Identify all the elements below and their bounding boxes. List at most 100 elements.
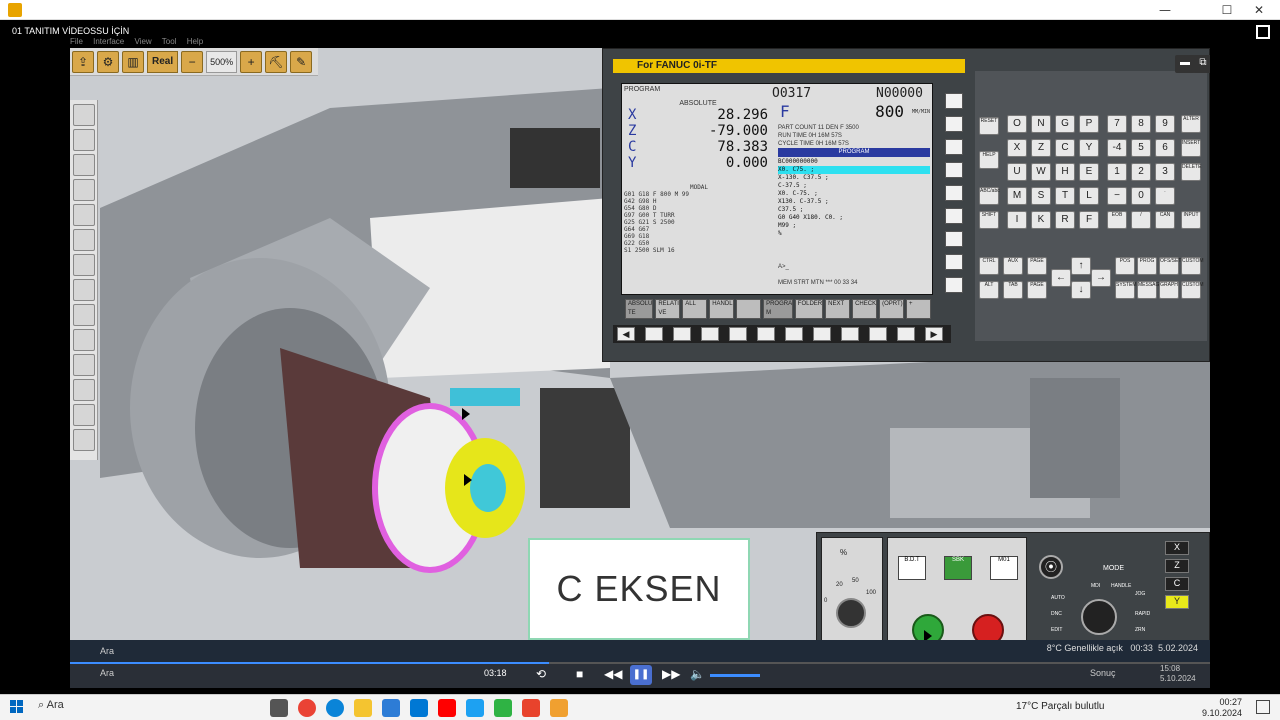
close-button[interactable]: ✕ xyxy=(1244,2,1274,18)
m01-button[interactable]: M01 xyxy=(990,556,1018,580)
softkey-folder[interactable]: FOLDER xyxy=(794,299,824,319)
notification-icon[interactable] xyxy=(1256,700,1270,714)
rewind-icon[interactable]: ◀◀ xyxy=(604,667,622,681)
key-c[interactable]: C xyxy=(1055,139,1075,157)
nav-right-button[interactable]: ▶ xyxy=(925,327,943,341)
cursor-right-icon[interactable]: → xyxy=(1091,269,1111,287)
page-down-key[interactable]: PAGE xyxy=(1027,281,1047,299)
view-top-icon[interactable] xyxy=(72,104,95,126)
softkey-next[interactable]: NEXT xyxy=(825,299,851,319)
axis-c-button[interactable]: C xyxy=(1165,577,1189,591)
softkey-button[interactable] xyxy=(701,327,719,341)
reset-key[interactable]: RESET xyxy=(979,117,999,135)
store-icon[interactable] xyxy=(382,699,400,717)
volume-icon[interactable]: 🔈 xyxy=(690,667,705,681)
key-period[interactable]: . xyxy=(1155,187,1175,205)
key-w[interactable]: W xyxy=(1031,163,1051,181)
cursor-up-icon[interactable]: ↑ xyxy=(1071,257,1091,275)
key-slash[interactable]: / xyxy=(1131,211,1151,229)
side-key[interactable] xyxy=(945,208,963,224)
key-minus[interactable]: − xyxy=(1107,187,1127,205)
zoom-out-button[interactable]: − xyxy=(181,50,204,73)
softkey-button[interactable] xyxy=(841,327,859,341)
key-4[interactable]: -4 xyxy=(1107,139,1127,157)
softkey-all[interactable]: ALL xyxy=(682,299,708,319)
stop-icon[interactable]: ■ xyxy=(576,667,583,681)
softkey-relative[interactable]: RELATI VE xyxy=(655,299,681,319)
offset-key[interactable]: OFS/SET xyxy=(1159,257,1181,275)
key-z[interactable]: Z xyxy=(1031,139,1051,157)
tool-holder-icon[interactable] xyxy=(72,204,95,226)
key-1[interactable]: 1 xyxy=(1107,163,1127,181)
side-key[interactable] xyxy=(945,231,963,247)
key-5[interactable]: 5 xyxy=(1131,139,1151,157)
panel-icon[interactable]: ▥ xyxy=(122,50,144,73)
shift-key[interactable]: SHIFT xyxy=(979,211,999,229)
key-8[interactable]: 8 xyxy=(1131,115,1151,133)
hide-icon[interactable] xyxy=(72,429,95,451)
youtube-icon[interactable] xyxy=(438,699,456,717)
key-x[interactable]: X xyxy=(1007,139,1027,157)
softkey-button[interactable] xyxy=(645,327,663,341)
side-key[interactable] xyxy=(945,162,963,178)
pause-button[interactable]: ❚❚ xyxy=(630,665,652,685)
key-h[interactable]: H xyxy=(1055,163,1075,181)
chapters-icon[interactable]: ⟲ xyxy=(536,667,546,681)
alt-key[interactable]: ALT xyxy=(979,281,999,299)
insert-key[interactable]: INSERT xyxy=(1181,139,1201,157)
chrome-icon[interactable] xyxy=(298,699,316,717)
minimize-button[interactable]: — xyxy=(1150,2,1180,18)
volume-slider[interactable] xyxy=(710,674,760,677)
bdt-button[interactable]: B.D.T xyxy=(898,556,926,580)
key-f[interactable]: F xyxy=(1079,211,1099,229)
softkey-handle[interactable]: HANDL xyxy=(709,299,735,319)
cursor-down-icon[interactable]: ↓ xyxy=(1071,281,1091,299)
mail-icon[interactable] xyxy=(410,699,428,717)
menu-view[interactable]: View xyxy=(135,37,152,46)
prog-key[interactable]: PROG xyxy=(1137,257,1157,275)
delete-key[interactable]: DELETE xyxy=(1181,163,1201,181)
key-i[interactable]: I xyxy=(1007,211,1027,229)
side-key[interactable] xyxy=(945,116,963,132)
key-6[interactable]: 6 xyxy=(1155,139,1175,157)
key-o[interactable]: O xyxy=(1007,115,1027,133)
edge-icon[interactable] xyxy=(326,699,344,717)
door-icon[interactable] xyxy=(72,304,95,326)
windows-start-icon[interactable] xyxy=(10,700,24,714)
cursor-left-icon[interactable]: ← xyxy=(1051,269,1071,287)
softkey-button[interactable] xyxy=(897,327,915,341)
softkey-button[interactable] xyxy=(757,327,775,341)
chuck-icon[interactable] xyxy=(72,329,95,351)
export-icon[interactable]: ⇪ xyxy=(72,50,94,73)
abc-key[interactable]: ABC/abc xyxy=(979,187,1000,205)
key-p[interactable]: P xyxy=(1079,115,1099,133)
side-key[interactable] xyxy=(945,139,963,155)
ctrl-key[interactable]: CTRL xyxy=(979,257,999,275)
side-key[interactable] xyxy=(945,93,963,109)
softkey-button[interactable] xyxy=(869,327,887,341)
page-up-key[interactable]: PAGE xyxy=(1027,257,1047,275)
key-3[interactable]: 3 xyxy=(1155,163,1175,181)
softkey-absolute[interactable]: ABSOLU TE xyxy=(625,299,654,319)
mode-selector-dial[interactable] xyxy=(1081,599,1117,635)
menu-file[interactable]: File xyxy=(70,37,83,46)
menu-interface[interactable]: Interface xyxy=(93,37,124,46)
handwheel-icon[interactable]: ⦿ xyxy=(1039,555,1063,579)
nav-left-button[interactable]: ◀ xyxy=(617,327,635,341)
stock-icon[interactable] xyxy=(72,229,95,251)
axis-y-button[interactable]: Y xyxy=(1165,595,1189,609)
key-s[interactable]: S xyxy=(1031,187,1051,205)
softkey-plus[interactable]: + xyxy=(906,299,931,319)
maximize-button[interactable]: ☐ xyxy=(1212,2,1242,18)
key-m[interactable]: M xyxy=(1007,187,1027,205)
aux-key[interactable]: AUX xyxy=(1003,257,1023,275)
panel-minimize-icon[interactable]: ▬ xyxy=(1175,55,1195,73)
softkey-button[interactable] xyxy=(673,327,691,341)
key-9[interactable]: 9 xyxy=(1155,115,1175,133)
key-r[interactable]: R xyxy=(1055,211,1075,229)
input-key[interactable]: INPUT xyxy=(1181,211,1201,229)
coolant-icon[interactable] xyxy=(72,379,95,401)
view-front-icon[interactable] xyxy=(72,129,95,151)
custom-key[interactable]: CUSTOM xyxy=(1181,257,1204,275)
key-eob[interactable]: EOB xyxy=(1107,211,1127,229)
